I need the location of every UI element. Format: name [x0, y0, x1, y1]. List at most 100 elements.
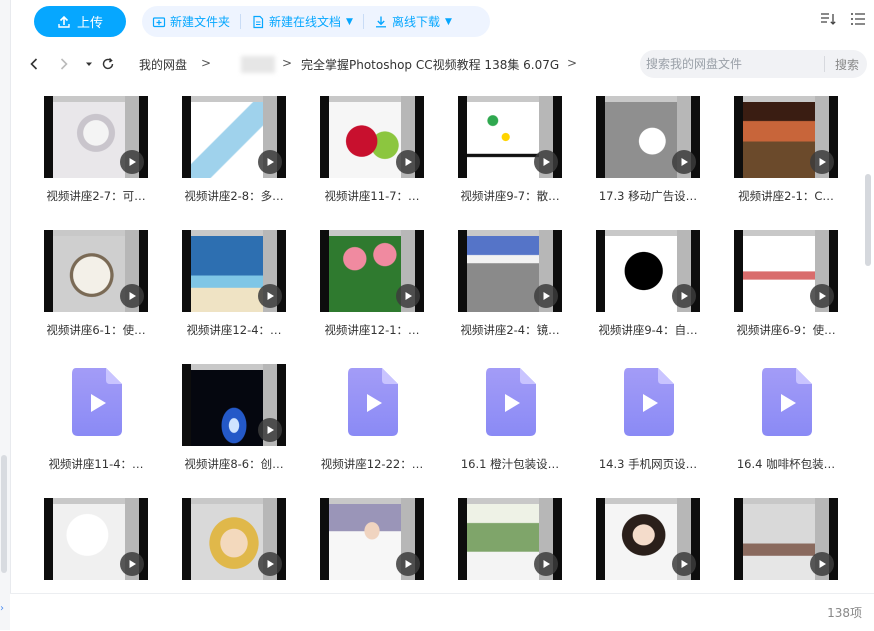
download-icon [375, 16, 386, 27]
file-item[interactable]: 视频讲座2-7：可… [24, 84, 152, 214]
play-icon[interactable] [396, 284, 420, 308]
play-icon[interactable] [258, 418, 282, 442]
file-item[interactable]: 视频讲座2-1：C… [714, 84, 842, 214]
search-box: 搜索 [640, 50, 867, 78]
search-button[interactable]: 搜索 [835, 56, 859, 73]
folder-plus-icon [152, 16, 166, 27]
breadcrumb-current[interactable]: 完全掌握Photoshop CC视频教程 138集 6.07G [301, 56, 559, 73]
file-name: 视频讲座2-3：… [438, 590, 582, 592]
upload-icon [58, 15, 70, 28]
left-scrollbar[interactable] [1, 455, 7, 573]
breadcrumb-hidden-folder[interactable] [241, 56, 275, 73]
file-item[interactable]: 视频讲座11-7：… [300, 84, 428, 214]
file-item[interactable]: 视频讲座8-7：基… [714, 486, 842, 592]
list-view-icon[interactable] [850, 12, 866, 26]
file-name: 视频讲座6-9：使… [736, 323, 836, 337]
file-item[interactable]: 17.3 移动广告设… [576, 84, 704, 214]
file-name: 视频讲座8-6：创… [184, 457, 284, 471]
play-icon[interactable] [396, 150, 420, 174]
file-item[interactable]: 视频讲座9-7：散… [438, 84, 566, 214]
new-doc-label: 新建在线文档 [269, 15, 342, 29]
breadcrumb-root[interactable]: 我的网盘 [139, 56, 187, 73]
file-name: 视频讲座2-7：可… [46, 189, 146, 203]
play-icon[interactable] [672, 284, 696, 308]
video-thumbnail [734, 498, 838, 580]
left-arrow-icon: › [0, 603, 4, 614]
file-name: 视频讲座8-7：基… [714, 590, 858, 592]
back-button[interactable] [26, 56, 42, 72]
status-bar: 138项 [10, 593, 874, 631]
play-icon[interactable] [396, 552, 420, 576]
file-item[interactable]: 视频讲座9-4：自… [576, 218, 704, 348]
play-icon[interactable] [534, 150, 558, 174]
play-icon[interactable] [672, 150, 696, 174]
video-thumbnail [734, 96, 838, 178]
file-item[interactable]: 视频讲座10-7：… [300, 486, 428, 592]
file-item[interactable]: 视频讲座11-4：… [24, 352, 152, 482]
play-icon[interactable] [120, 150, 144, 174]
file-item[interactable]: 10.12 使用【海… [576, 486, 704, 592]
file-item[interactable]: 14.3 手机网页设… [576, 352, 704, 482]
play-icon[interactable] [120, 552, 144, 576]
new-folder-label: 新建文件夹 [170, 15, 231, 29]
file-item[interactable]: 视频讲座8-6：创… [162, 352, 290, 482]
chevron-left-icon [30, 58, 38, 70]
breadcrumb-separator: > [201, 56, 212, 70]
video-file-icon [484, 366, 538, 438]
play-icon[interactable] [258, 552, 282, 576]
video-thumbnail [44, 230, 148, 312]
play-icon[interactable] [534, 284, 558, 308]
upload-button[interactable]: 上传 [34, 6, 126, 37]
file-name: 14.3 手机网页设… [598, 457, 698, 471]
video-thumbnail [458, 230, 562, 312]
file-name: 视频讲座6-1：使… [46, 323, 146, 337]
file-item[interactable]: 视频讲座10-9：… [162, 486, 290, 592]
view-tools [820, 12, 866, 26]
file-item[interactable]: 视频讲座2-4：镜… [438, 218, 566, 348]
file-item[interactable]: 视频讲座12-22：… [300, 352, 428, 482]
video-thumbnail [596, 96, 700, 178]
play-icon[interactable] [534, 552, 558, 576]
file-item[interactable]: 视频讲座7-4：描… [24, 486, 152, 592]
sort-icon[interactable] [820, 12, 836, 26]
upload-label: 上传 [76, 16, 103, 31]
play-icon[interactable] [810, 552, 834, 576]
forward-button[interactable] [56, 56, 72, 72]
play-icon[interactable] [810, 150, 834, 174]
new-folder-button[interactable]: 新建文件夹 [142, 6, 240, 37]
file-item[interactable]: 视频讲座2-8：多… [162, 84, 290, 214]
history-dropdown-button[interactable] [81, 56, 97, 72]
play-icon[interactable] [258, 150, 282, 174]
file-item[interactable]: 视频讲座12-1：… [300, 218, 428, 348]
toolbar: 上传 新建文件夹 新建在线文档 ▼ 离线下载 ▼ [10, 0, 874, 44]
play-icon[interactable] [120, 284, 144, 308]
file-item[interactable]: 16.1 橙汁包装设… [438, 352, 566, 482]
nav-bar: 我的网盘 > > 完全掌握Photoshop CC视频教程 138集 6.07G… [10, 44, 874, 84]
play-icon[interactable] [258, 284, 282, 308]
video-thumbnail [320, 498, 424, 580]
new-doc-button[interactable]: 新建在线文档 ▼ [241, 6, 363, 37]
file-item[interactable]: 视频讲座6-9：使… [714, 218, 842, 348]
refresh-button[interactable] [100, 56, 116, 72]
file-name: 视频讲座12-22：… [320, 457, 424, 471]
video-thumbnail [458, 498, 562, 580]
file-item[interactable]: 视频讲座2-3：… [438, 486, 566, 592]
breadcrumb-separator: > [567, 56, 578, 70]
file-item[interactable]: 16.4 咖啡杯包装… [714, 352, 842, 482]
video-thumbnail [596, 498, 700, 580]
play-icon[interactable] [810, 284, 834, 308]
refresh-icon [102, 57, 114, 70]
video-file-icon [70, 366, 124, 438]
file-item[interactable]: 视频讲座6-1：使… [24, 218, 152, 348]
video-thumbnail [320, 96, 424, 178]
breadcrumb-separator: > [282, 56, 293, 70]
file-name: 视频讲座11-7：… [324, 189, 420, 203]
file-name: 16.1 橙汁包装设… [460, 457, 560, 471]
grid-scrollbar[interactable] [865, 174, 871, 266]
chevron-right-icon [60, 58, 68, 70]
file-item[interactable]: 视频讲座12-4：… [162, 218, 290, 348]
video-thumbnail [182, 96, 286, 178]
play-icon[interactable] [672, 552, 696, 576]
search-input[interactable] [644, 56, 818, 72]
offline-download-button[interactable]: 离线下载 ▼ [364, 6, 462, 37]
